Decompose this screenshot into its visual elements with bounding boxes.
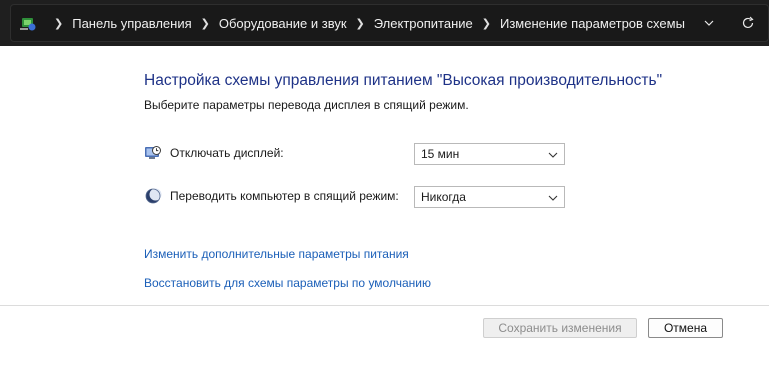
restore-defaults-link[interactable]: Восстановить для схемы параметры по умол… (144, 276, 431, 290)
address-bar: ❯ Панель управления ❯ Оборудование и зву… (0, 0, 769, 46)
footer-divider (0, 305, 769, 306)
page-subtitle: Выберите параметры перевода дисплея в сп… (144, 98, 469, 112)
breadcrumb-item-hardware-sound[interactable]: Оборудование и звук (219, 16, 347, 31)
cancel-button[interactable]: Отмена (648, 318, 723, 338)
sleep-setting: Переводить компьютер в спящий режим: (144, 187, 399, 205)
breadcrumb-separator-icon[interactable]: ❯ (201, 17, 210, 30)
breadcrumb-item-control-panel[interactable]: Панель управления (72, 16, 191, 31)
chevron-down-icon (548, 195, 558, 201)
sleep-select[interactable]: Никогда (414, 186, 565, 208)
display-off-setting: Отключать дисплей: (144, 144, 284, 162)
page-title: Настройка схемы управления питанием "Выс… (144, 72, 663, 89)
breadcrumb-item-power-options[interactable]: Электропитание (374, 16, 473, 31)
display-off-select[interactable]: 15 мин (414, 143, 565, 165)
moon-sleep-icon (144, 187, 162, 205)
save-changes-button[interactable]: Сохранить изменения (483, 318, 637, 338)
chevron-down-icon (704, 20, 714, 26)
sleep-label: Переводить компьютер в спящий режим: (170, 189, 399, 203)
breadcrumb-separator-icon: ❯ (54, 17, 64, 30)
sleep-value: Никогда (421, 190, 466, 204)
display-off-value: 15 мин (421, 147, 460, 161)
monitor-clock-icon (144, 144, 162, 162)
breadcrumb: ❯ Панель управления ❯ Оборудование и зву… (19, 5, 685, 41)
refresh-button[interactable] (741, 5, 755, 41)
breadcrumb-separator-icon[interactable]: ❯ (482, 17, 491, 30)
chevron-down-icon (548, 152, 558, 158)
history-dropdown-button[interactable] (703, 5, 715, 41)
breadcrumb-item-edit-plan[interactable]: Изменение параметров схемы (500, 16, 685, 31)
refresh-icon (742, 16, 754, 29)
display-off-label: Отключать дисплей: (170, 146, 284, 160)
address-field[interactable]: ❯ Панель управления ❯ Оборудование и зву… (10, 4, 769, 42)
control-panel-icon (19, 14, 37, 32)
advanced-power-settings-link[interactable]: Изменить дополнительные параметры питани… (144, 247, 409, 261)
breadcrumb-separator-icon[interactable]: ❯ (356, 17, 365, 30)
